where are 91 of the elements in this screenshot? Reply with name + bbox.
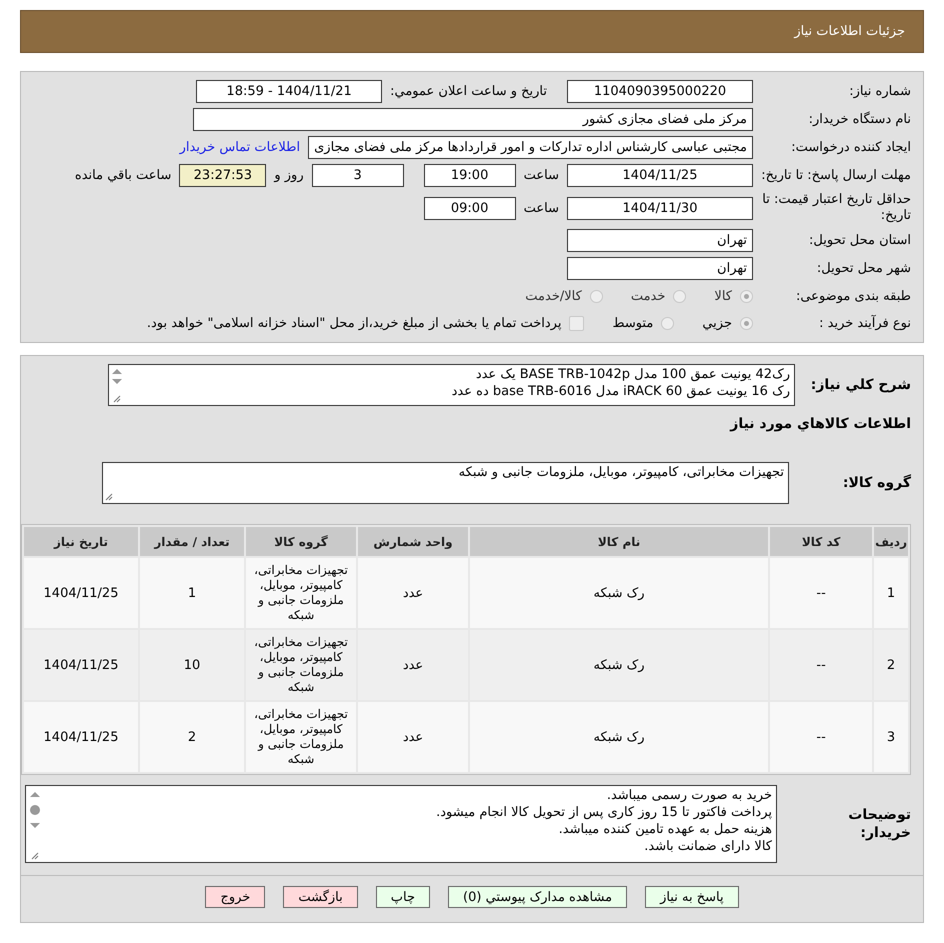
field-label: ایجاد کننده درخواست: <box>790 140 911 155</box>
table-cell: 3 <box>874 702 908 772</box>
table-cell: 1404/11/25 <box>24 558 138 628</box>
text-line: تجهیزات مخابراتی، کامپیوتر، موبایل، ملزومات جانبی و شبکه <box>458 464 784 481</box>
notes-text-area[interactable]: خرید به صورت رسمی میباشد. پرداخت فاکتور تا 15 روز کاری پس از تحویل کالا انجام میشود. هزینه حمل به عهده تامین کننده میباشد. کالا دارای ضمانت باشد. <box>25 785 777 863</box>
action-button[interactable]: خروج <box>205 886 266 908</box>
announce-date-field: 1404/11/21 - 18:59 <box>196 80 382 103</box>
resize-grip-icon <box>31 852 39 860</box>
field-label: طبقه بندی موضوعی: <box>794 288 911 304</box>
column-header: ردیف <box>874 527 908 556</box>
radio-label: خدمت <box>630 288 666 304</box>
table-cell: 1 <box>874 558 908 628</box>
checkbox[interactable] <box>569 316 584 330</box>
remaining-time-field: 23:27:53 <box>179 164 266 187</box>
table-cell: عدد <box>358 558 468 628</box>
page-title: جزئیات اطلاعات نیاز <box>794 24 905 39</box>
summary-text-area[interactable]: رک42 یونیت عمق 100 مدل BASE TRB-1042p یک عدد رک 16 یونیت عمق 60 iRACK مدل base TRB-6016 ده عدد <box>108 364 795 406</box>
table-cell: رک شبکه <box>470 558 768 628</box>
section-heading: اطلاعات کالاهاي مورد نياز <box>728 415 911 434</box>
column-header: نام کالا <box>470 527 768 556</box>
field-label: تاریخ و ساعت اعلان عمومي: <box>390 84 547 99</box>
action-button[interactable]: مشاهده مدارک پیوستي (0) <box>448 886 628 908</box>
field-label: مهلت ارسال پاسخ: تا تاریخ: <box>761 168 911 184</box>
deadline-date-field: 1404/11/25 <box>567 164 753 187</box>
field-label: حداقل تاریخ اعتبار قیمت: تا تاریخ: <box>761 192 911 224</box>
validity-date-field: 1404/11/30 <box>567 196 753 220</box>
radio-button[interactable] <box>740 316 753 330</box>
column-header: واحد شمارش <box>358 527 468 556</box>
scroll-arrows-icon <box>111 367 123 387</box>
table-cell: تجهیزات مخابراتی، کامپیوتر، موبایل، ملزومات جانبی و شبکه <box>246 558 356 628</box>
table-cell: 1 <box>140 558 244 628</box>
field-label: نام دستگاه خریدار: <box>808 112 911 127</box>
table-cell: 2 <box>874 630 908 700</box>
deadline-time-field: 19:00 <box>424 164 516 187</box>
field-label: توضیحات خریدار: <box>847 806 911 842</box>
table-cell: رک شبکه <box>470 702 768 772</box>
table-cell: 1404/11/25 <box>24 630 138 700</box>
field-label: شهر محل تحویل: <box>816 261 911 276</box>
radio-button[interactable] <box>661 316 674 330</box>
checkbox-label: پرداخت تمام یا بخشی از مبلغ خرید،از محل "اسناد خزانه اسلامی" خواهد بود. <box>146 316 562 330</box>
table-cell: -- <box>770 558 872 628</box>
table-cell: -- <box>770 702 872 772</box>
action-button[interactable]: چاپ <box>376 886 430 908</box>
text-line: رک 16 یونیت عمق 60 iRACK مدل base TRB-6016 ده عدد <box>450 383 790 400</box>
province-field: تهران <box>567 229 753 252</box>
table-cell: عدد <box>358 702 468 772</box>
radio-button[interactable] <box>740 290 753 302</box>
validity-time-field: 09:00 <box>424 196 516 220</box>
buyer-field: مرکز ملی فضای مجازی کشور <box>193 108 753 131</box>
days-label: روز و <box>274 168 304 183</box>
table-cell: رک شبکه <box>470 630 768 700</box>
remaining-label: ساعت باقي مانده <box>74 168 172 183</box>
table-cell: 2 <box>140 702 244 772</box>
resize-grip-icon <box>105 493 113 501</box>
radio-label: متوسط <box>612 316 654 330</box>
radio-label: کالا <box>714 288 732 304</box>
need-number-field: 1104090395000220 <box>567 80 753 103</box>
table-cell: تجهیزات مخابراتی، کامپیوتر، موبایل، ملزومات جانبی و شبکه <box>246 630 356 700</box>
radio-button[interactable] <box>590 290 603 302</box>
contact-link[interactable]: اطلاعات تماس خریدار <box>180 140 300 155</box>
column-header: تعداد / مقدار <box>140 527 244 556</box>
days-field: 3 <box>312 164 404 187</box>
table-cell: 10 <box>140 630 244 700</box>
radio-button[interactable] <box>673 290 686 302</box>
field-label: نوع فرآیند خرید : <box>818 316 911 330</box>
table-cell: تجهیزات مخابراتی، کامپیوتر، موبایل، ملزومات جانبی و شبکه <box>246 702 356 772</box>
resize-grip-icon <box>113 395 121 403</box>
time-label: ساعت <box>524 200 559 216</box>
radio-label: جزيي <box>702 316 732 330</box>
column-header: گروه کالا <box>246 527 356 556</box>
text-line: هزینه حمل به عهده تامین کننده میباشد. <box>558 821 772 838</box>
radio-label: کالا/خدمت <box>525 288 582 304</box>
goods-group-text-area[interactable]: تجهیزات مخابراتی، کامپیوتر، موبایل، ملزومات جانبی و شبکه <box>102 462 789 504</box>
city-field: تهران <box>567 257 753 280</box>
time-label: ساعت <box>524 168 559 183</box>
text-line: پرداخت فاکتور تا 15 روز کاری پس از تحویل کالا انجام میشود. <box>435 804 772 821</box>
field-label: شماره نیاز: <box>848 84 911 99</box>
field-label: استان محل تحویل: <box>808 233 911 248</box>
field-label: شرح کلي نياز: <box>810 377 911 393</box>
field-label: گروه کالا: <box>842 475 911 491</box>
table-cell: 1404/11/25 <box>24 702 138 772</box>
creator-field: مجتبی عباسی کارشناس اداره تدارکات و امور قراردادها مرکز ملی فضای مجازی <box>308 136 753 159</box>
table-cell: عدد <box>358 630 468 700</box>
table-cell: -- <box>770 630 872 700</box>
column-header: تاریخ نیاز <box>24 527 138 556</box>
action-button[interactable]: بازگشت <box>283 886 358 908</box>
text-line: کالا دارای ضمانت باشد. <box>643 838 772 855</box>
column-header: کد کالا <box>770 527 872 556</box>
action-button[interactable]: پاسخ به نیاز <box>645 886 739 908</box>
text-line: خرید به صورت رسمی میباشد. <box>606 787 772 804</box>
text-line: رک42 یونیت عمق 100 مدل BASE TRB-1042p یک عدد <box>474 366 790 383</box>
